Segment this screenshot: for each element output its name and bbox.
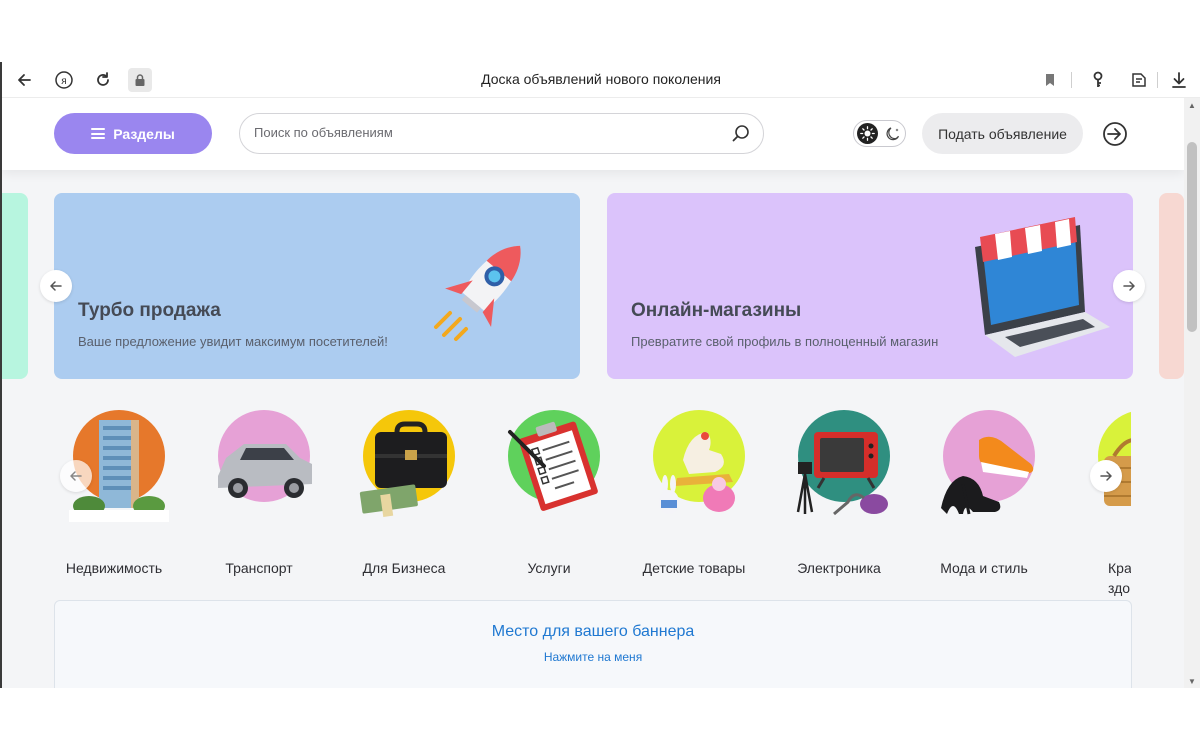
search-bar[interactable] (239, 113, 764, 154)
menu-icon (91, 128, 106, 139)
bookmark-icon[interactable] (1038, 68, 1062, 92)
category-label: Для Бизнеса (362, 560, 446, 576)
toolbar-separator (1071, 72, 1072, 88)
sun-icon (857, 123, 878, 144)
page-viewport: Разделы Подать объявление (2, 98, 1184, 688)
category-label: Кра здо (1108, 558, 1131, 598)
carousel-next-button[interactable] (1113, 270, 1145, 302)
categories-next-button[interactable] (1090, 460, 1122, 492)
category-label-part: Кра здо (1108, 560, 1131, 596)
post-ad-button[interactable]: Подать объявление (922, 113, 1083, 154)
ad-banner-title: Место для вашего баннера (491, 623, 695, 640)
banner-title: Онлайн-магазины (631, 300, 802, 321)
browser-page-title: Доска объявлений нового поколения (481, 71, 721, 87)
tv-icon (796, 410, 890, 516)
category-label: Недвижимость (65, 560, 163, 576)
category-label: Мода и стиль (940, 560, 1028, 576)
category-beauty-partial[interactable]: Кра здо (1069, 410, 1131, 600)
download-icon[interactable] (1167, 68, 1191, 92)
banner-subtitle: Ваше предложение увидит максимум посетит… (78, 334, 388, 349)
category-label: Транспорт (225, 560, 293, 576)
car-icon (218, 410, 312, 502)
theme-toggle[interactable] (853, 120, 906, 147)
site-header: Разделы Подать объявление (2, 98, 1184, 170)
scroll-up-icon[interactable]: ▲ (1184, 98, 1200, 112)
page-scrollbar[interactable]: ▲ ▼ (1184, 98, 1200, 688)
key-icon[interactable] (1086, 68, 1110, 92)
clipboard-icon (508, 410, 600, 511)
carousel-prev-button[interactable] (40, 270, 72, 302)
banner-online-stores[interactable]: Онлайн-магазины Превратите свой профиль … (607, 193, 1133, 379)
sections-button[interactable]: Разделы (54, 113, 212, 154)
scrollbar-thumb[interactable] (1187, 142, 1197, 332)
toys-icon (653, 410, 745, 514)
reader-mode-icon[interactable] (1127, 68, 1151, 92)
banner-partial-left[interactable] (2, 193, 28, 379)
ad-banner-placeholder[interactable]: Место для вашего баннера Нажмите на меня (54, 600, 1132, 688)
sections-button-label: Разделы (113, 125, 175, 142)
category-label: Услуги (527, 560, 571, 576)
scroll-down-icon[interactable]: ▼ (1184, 674, 1200, 688)
shoes-icon (941, 410, 1035, 515)
category-label: Детские товары (642, 560, 746, 576)
category-label: Электроника (797, 560, 881, 576)
search-icon[interactable] (731, 124, 751, 144)
rocket-icon (434, 245, 521, 341)
ad-banner-link[interactable]: Нажмите на меня (55, 650, 1131, 664)
moon-icon (886, 127, 900, 141)
laptop-store-icon (975, 217, 1110, 357)
briefcase-icon (359, 410, 455, 517)
banner-turbo-sale[interactable]: Турбо продажа Ваше предложение увидит ма… (54, 193, 580, 379)
search-input[interactable] (254, 125, 714, 140)
browser-toolbar: я Доска объявлений нового поколения (2, 62, 1200, 98)
toolbar-separator (1157, 72, 1158, 88)
login-icon[interactable] (1101, 120, 1129, 148)
categories-prev-button[interactable] (60, 460, 92, 492)
banner-subtitle: Превратите свой профиль в полноценный ма… (631, 334, 939, 349)
banner-title: Турбо продажа (78, 300, 221, 321)
banner-partial-right[interactable] (1159, 193, 1184, 379)
